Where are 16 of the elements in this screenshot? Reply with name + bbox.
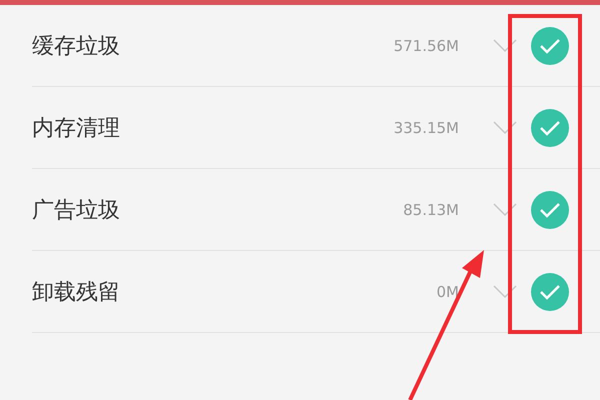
chevron-down-icon[interactable]	[493, 284, 517, 298]
category-label: 缓存垃圾	[32, 32, 121, 60]
size-value: 0M	[436, 282, 459, 300]
category-label: 卸载残留	[32, 278, 121, 306]
size-value: 571.56M	[392, 36, 459, 54]
checkbox[interactable]	[531, 26, 569, 64]
chevron-down-icon[interactable]	[493, 202, 517, 216]
chevron-down-icon[interactable]	[493, 120, 517, 134]
checkbox[interactable]	[531, 190, 569, 228]
size-value: 85.13M	[402, 200, 459, 218]
chevron-down-icon[interactable]	[493, 38, 517, 52]
category-label: 广告垃圾	[32, 196, 121, 224]
checkbox[interactable]	[531, 272, 569, 310]
category-label: 内存清理	[32, 114, 121, 142]
checkbox[interactable]	[531, 108, 569, 146]
size-value: 335.15M	[392, 118, 459, 136]
